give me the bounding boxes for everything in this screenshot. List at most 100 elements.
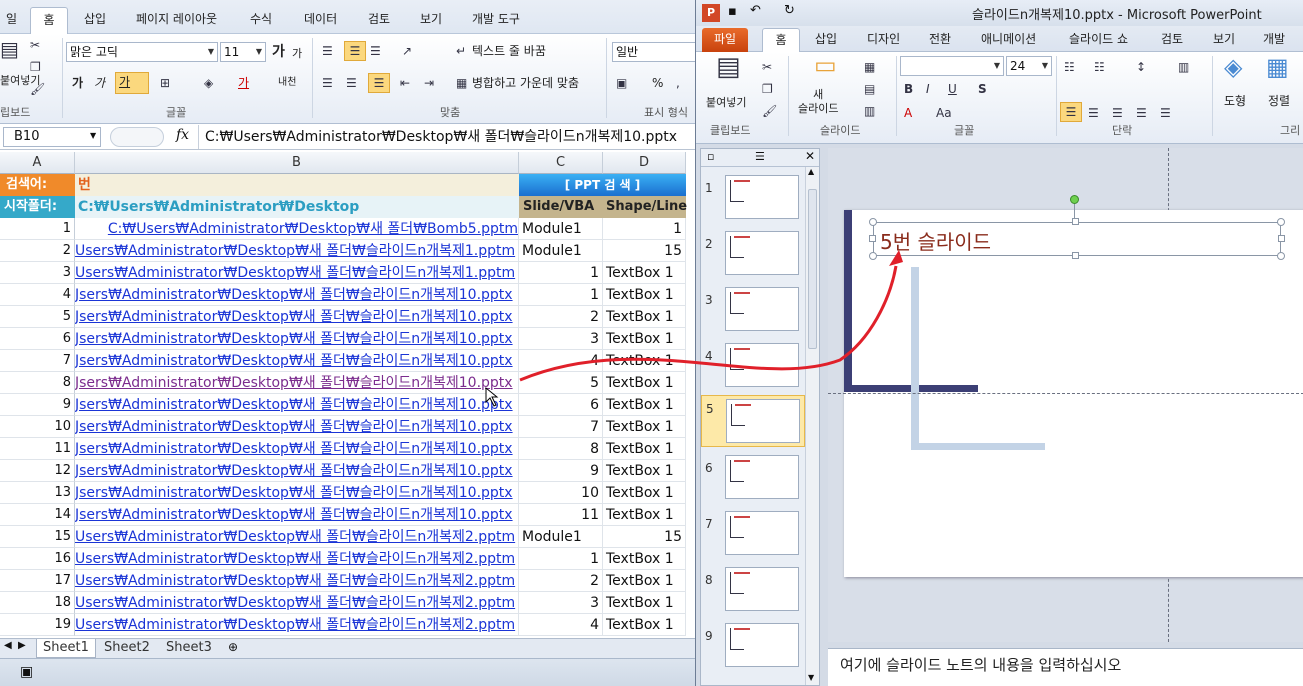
align-top-icon[interactable]: ☰: [322, 42, 333, 60]
scroll-down-icon[interactable]: ▼: [808, 673, 814, 682]
font-color-icon[interactable]: A: [904, 104, 912, 122]
paste-icon[interactable]: ▤: [0, 39, 19, 59]
file-link[interactable]: Jsers₩Administrator₩Desktop₩새 폴더₩슬라이드n개복…: [75, 306, 519, 328]
shapes-icon[interactable]: ◈: [1224, 55, 1242, 79]
file-link[interactable]: Jsers₩Administrator₩Desktop₩새 폴더₩슬라이드n개복…: [75, 482, 519, 504]
underline-button[interactable]: U: [948, 80, 957, 98]
line-spacing-icon[interactable]: ↕: [1136, 58, 1146, 76]
cut-icon[interactable]: ✂: [762, 58, 772, 76]
wrap-text-button[interactable]: 텍스트 줄 바꿈: [472, 42, 546, 60]
numbering-icon[interactable]: ☷: [1094, 58, 1105, 76]
justify-icon[interactable]: ☰: [1136, 104, 1147, 122]
save-icon[interactable]: ▪: [728, 4, 737, 19]
align-bottom-icon[interactable]: ☰: [370, 42, 381, 60]
macro-record-icon[interactable]: ▣: [20, 664, 33, 680]
column-header-d[interactable]: D: [603, 152, 686, 174]
scroll-up-icon[interactable]: ▲: [808, 167, 814, 176]
column-header-b[interactable]: B: [75, 152, 519, 174]
copy-icon[interactable]: ❐: [30, 58, 41, 76]
align-left-icon[interactable]: ☰: [1060, 102, 1082, 122]
tab-insert[interactable]: 삽입: [810, 28, 842, 52]
file-link[interactable]: Jsers₩Administrator₩Desktop₩새 폴더₩슬라이드n개복…: [75, 438, 519, 460]
outline-tab-icon[interactable]: ☰: [755, 150, 765, 163]
tab-page-layout[interactable]: 페이지 레이아웃: [130, 7, 223, 33]
search-input[interactable]: 번: [75, 174, 519, 196]
thumbnail-scrollbar[interactable]: ▲ ▼: [805, 167, 819, 685]
slide-thumbnail[interactable]: 3: [701, 287, 805, 339]
chevron-down-icon[interactable]: ▼: [90, 131, 96, 140]
file-link[interactable]: Users₩Administrator₩Desktop₩새 폴더₩슬라이드n개복…: [75, 548, 519, 570]
file-link[interactable]: Jsers₩Administrator₩Desktop₩새 폴더₩슬라이드n개복…: [75, 416, 519, 438]
resize-handle[interactable]: [869, 252, 877, 260]
font-size-combo[interactable]: 11 ▼: [220, 42, 266, 62]
file-link[interactable]: Users₩Administrator₩Desktop₩새 폴더₩슬라이드n개복…: [75, 570, 519, 592]
new-slide-button[interactable]: 새 슬라이드: [798, 88, 838, 116]
bold-button[interactable]: B: [904, 80, 913, 98]
file-link[interactable]: Jsers₩Administrator₩Desktop₩새 폴더₩슬라이드n개복…: [75, 328, 519, 350]
percent-button[interactable]: %: [652, 74, 663, 92]
align-left-icon[interactable]: ☰: [322, 74, 333, 92]
close-icon[interactable]: ✕: [805, 149, 815, 163]
formula-scroll-handle[interactable]: [110, 127, 164, 147]
shrink-font-button[interactable]: 가: [292, 45, 302, 63]
reset-icon[interactable]: ▤: [864, 80, 875, 98]
file-link[interactable]: C:₩Users₩Administrator₩Desktop₩새 폴더₩Bomb…: [75, 218, 519, 240]
underline-button[interactable]: 가: [115, 72, 149, 94]
resize-handle[interactable]: [1072, 218, 1079, 225]
bullets-icon[interactable]: ☷: [1064, 58, 1075, 76]
fill-color-icon[interactable]: ◈: [204, 74, 213, 92]
section-icon[interactable]: ▥: [864, 102, 875, 120]
cut-icon[interactable]: ✂: [30, 36, 40, 54]
tab-view[interactable]: 보기: [1208, 28, 1240, 52]
new-sheet-icon[interactable]: ⊕: [228, 640, 238, 654]
arrange-button[interactable]: 정렬: [1268, 92, 1290, 110]
tab-developer[interactable]: 개발 도구: [466, 7, 526, 33]
grow-font-button[interactable]: 가: [272, 43, 285, 61]
undo-icon[interactable]: ↶: [750, 3, 761, 18]
new-slide-icon[interactable]: ▭: [814, 53, 837, 77]
tab-file[interactable]: 일: [0, 7, 23, 33]
format-painter-icon[interactable]: 🖌: [762, 102, 777, 120]
format-painter-icon[interactable]: 🖌: [30, 80, 45, 98]
tab-home[interactable]: 홈: [30, 7, 68, 35]
tab-design[interactable]: 디자인: [862, 28, 905, 52]
sheet-nav-prev-icon[interactable]: ◀: [4, 640, 12, 651]
tab-animations[interactable]: 애니메이션: [976, 28, 1041, 52]
font-color-button[interactable]: 가: [238, 74, 249, 92]
tab-review[interactable]: 검토: [362, 7, 396, 33]
file-link[interactable]: Users₩Administrator₩Desktop₩새 폴더₩슬라이드n개복…: [75, 592, 519, 614]
phonetic-button[interactable]: 내천: [278, 74, 296, 92]
sheet-tab-1[interactable]: Sheet1: [36, 639, 96, 658]
increase-indent-icon[interactable]: ⇥: [424, 74, 434, 92]
tab-formulas[interactable]: 수식: [244, 7, 278, 33]
sheet-tab-3[interactable]: Sheet3: [160, 639, 218, 658]
bold-button[interactable]: 가: [72, 74, 83, 92]
resize-handle[interactable]: [1278, 235, 1285, 242]
decrease-indent-icon[interactable]: ⇤: [400, 74, 410, 92]
slide-textbox[interactable]: 5번 슬라이드: [873, 222, 1281, 256]
slide-thumbnail[interactable]: 4: [701, 343, 805, 395]
align-center-icon[interactable]: ☰: [1088, 104, 1099, 122]
text-orientation-icon[interactable]: ↗: [402, 42, 412, 60]
name-box[interactable]: B10: [3, 127, 101, 147]
file-link[interactable]: Users₩Administrator₩Desktop₩새 폴더₩슬라이드n개복…: [75, 614, 519, 636]
resize-handle[interactable]: [1277, 252, 1285, 260]
tab-home[interactable]: 홈: [762, 28, 800, 52]
formula-input[interactable]: C:₩Users₩Administrator₩Desktop₩새 폴더₩슬라이드…: [198, 125, 695, 149]
columns-icon[interactable]: ▥: [1178, 58, 1189, 76]
file-link[interactable]: Jsers₩Administrator₩Desktop₩새 폴더₩슬라이드n개복…: [75, 504, 519, 526]
tab-review[interactable]: 검토: [1156, 28, 1188, 52]
number-format-combo[interactable]: 일반: [612, 42, 695, 62]
sheet-nav-next-icon[interactable]: ▶: [18, 640, 26, 651]
file-link[interactable]: Jsers₩Administrator₩Desktop₩새 폴더₩슬라이드n개복…: [75, 394, 519, 416]
slide-thumbnail[interactable]: 6: [701, 455, 805, 507]
file-link[interactable]: Users₩Administrator₩Desktop₩새 폴더₩슬라이드n개복…: [75, 240, 519, 262]
slide-thumbnail[interactable]: 2: [701, 231, 805, 283]
tab-data[interactable]: 데이터: [298, 7, 343, 33]
align-center-icon[interactable]: ☰: [346, 74, 357, 92]
resize-handle[interactable]: [869, 218, 877, 226]
resize-handle[interactable]: [1277, 218, 1285, 226]
file-link[interactable]: Jsers₩Administrator₩Desktop₩새 폴더₩슬라이드n개복…: [75, 350, 519, 372]
resize-handle[interactable]: [1072, 252, 1079, 259]
layout-icon[interactable]: ▦: [864, 58, 875, 76]
